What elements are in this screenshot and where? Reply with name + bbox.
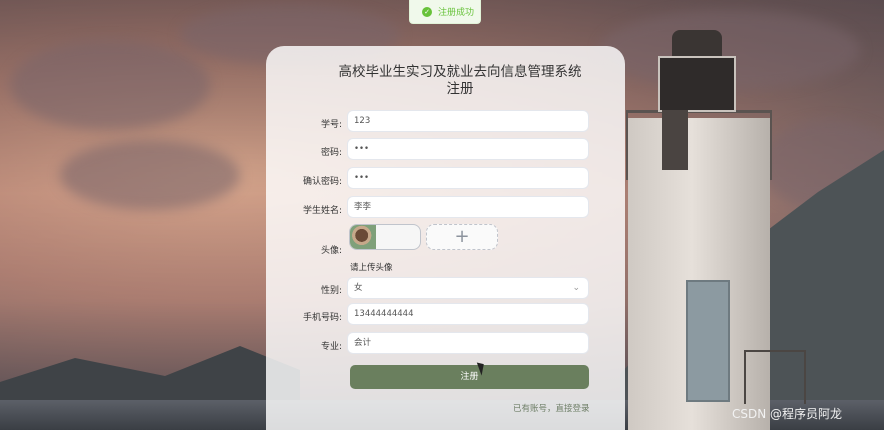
avatar-image	[350, 225, 376, 249]
confirm-password-input[interactable]: •••	[347, 167, 589, 189]
gender-label: 性别:	[320, 286, 342, 296]
gender-value: 女	[354, 283, 363, 293]
cloud	[60, 140, 240, 210]
chevron-down-icon: ⌄	[572, 283, 580, 293]
student-name-input[interactable]: 李李	[347, 196, 589, 218]
student-id-label: 学号:	[320, 120, 342, 130]
login-link[interactable]: 已有账号，直接登录	[513, 402, 590, 414]
fence	[744, 350, 806, 404]
page-title: 高校毕业生实习及就业去向信息管理系统注册	[338, 64, 582, 97]
toast-text: 注册成功	[438, 8, 475, 18]
password-label: 密码:	[320, 148, 342, 158]
success-toast: ✓ 注册成功	[409, 0, 481, 24]
password-input[interactable]: •••	[347, 138, 589, 160]
student-id-input[interactable]: 123	[347, 110, 589, 132]
avatar-label: 头像:	[320, 246, 342, 256]
avatar-preview[interactable]	[349, 224, 421, 250]
lighthouse-cap	[672, 30, 722, 58]
confirm-password-label: 确认密码:	[302, 177, 342, 187]
register-button[interactable]: 注册	[350, 365, 589, 389]
lighthouse-window	[662, 110, 688, 170]
student-name-label: 学生姓名:	[302, 206, 342, 216]
gender-select[interactable]: 女 ⌄	[347, 277, 589, 299]
major-input[interactable]: 会计	[347, 332, 589, 354]
check-circle-icon: ✓	[422, 6, 432, 17]
cloud	[10, 40, 210, 130]
lighthouse-lamp	[658, 56, 736, 112]
major-label: 专业:	[320, 342, 342, 352]
watermark: CSDN @程序员阿龙	[732, 407, 843, 421]
phone-label: 手机号码:	[302, 313, 342, 323]
lighthouse-door	[686, 280, 730, 402]
avatar-hint: 请上传头像	[350, 263, 393, 273]
avatar-upload-button[interactable]: +	[426, 224, 498, 250]
lighthouse-rail	[626, 110, 772, 180]
phone-input[interactable]: 13444444444	[347, 303, 589, 325]
